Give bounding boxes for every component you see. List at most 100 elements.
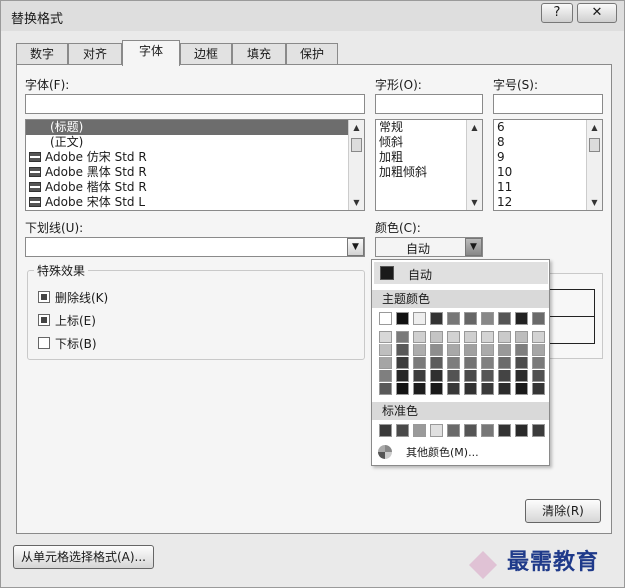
theme-shade-swatch[interactable] [430, 331, 443, 343]
strikethrough-checkbox[interactable] [38, 291, 50, 303]
font-item[interactable]: Adobe 宋体 Std L [26, 195, 364, 210]
standard-color-swatch[interactable] [447, 424, 460, 437]
color-select[interactable]: 自动 ▼ [375, 237, 483, 257]
theme-shade-swatch[interactable] [464, 344, 477, 356]
theme-color-swatch[interactable] [396, 312, 409, 325]
theme-shade-swatch[interactable] [379, 383, 392, 395]
scroll-thumb[interactable] [351, 138, 362, 152]
font-list-scrollbar[interactable]: ▲ ▼ [348, 120, 364, 210]
theme-shade-swatch[interactable] [532, 370, 545, 382]
theme-shade-swatch[interactable] [413, 370, 426, 382]
font-item-body[interactable]: (正文) [26, 135, 364, 150]
theme-shade-swatch[interactable] [481, 357, 494, 369]
theme-shade-swatch[interactable] [396, 357, 409, 369]
theme-color-swatch[interactable] [430, 312, 443, 325]
theme-shade-swatch[interactable] [447, 383, 460, 395]
font-list[interactable]: (标题) (正文) Adobe 仿宋 Std R Adobe 黑体 Std R … [25, 119, 365, 211]
standard-color-swatch[interactable] [379, 424, 392, 437]
theme-shade-swatch[interactable] [447, 370, 460, 382]
theme-shade-swatch[interactable] [515, 344, 528, 356]
theme-shade-swatch[interactable] [498, 344, 511, 356]
scroll-down-icon[interactable]: ▼ [349, 195, 364, 210]
theme-shade-swatch[interactable] [413, 357, 426, 369]
superscript-checkbox[interactable] [38, 314, 50, 326]
standard-color-swatch[interactable] [464, 424, 477, 437]
style-input[interactable] [375, 94, 483, 114]
size-list-scrollbar[interactable]: ▲ ▼ [586, 120, 602, 210]
size-input[interactable] [493, 94, 603, 114]
theme-shade-swatch[interactable] [515, 370, 528, 382]
theme-shade-swatch[interactable] [379, 344, 392, 356]
theme-shade-swatch[interactable] [532, 344, 545, 356]
font-item[interactable]: Adobe 楷体 Std R [26, 180, 364, 195]
scroll-down-icon[interactable]: ▼ [587, 195, 602, 210]
scroll-up-icon[interactable]: ▲ [467, 120, 482, 135]
theme-shade-swatch[interactable] [430, 357, 443, 369]
standard-color-swatch[interactable] [532, 424, 545, 437]
theme-shade-swatch[interactable] [464, 331, 477, 343]
theme-shade-swatch[interactable] [498, 370, 511, 382]
font-item[interactable]: Adobe 黑体 Std R [26, 165, 364, 180]
theme-shade-swatch[interactable] [481, 331, 494, 343]
chevron-down-icon[interactable]: ▼ [465, 238, 482, 256]
theme-shade-swatch[interactable] [413, 331, 426, 343]
theme-shade-swatch[interactable] [464, 370, 477, 382]
theme-shade-swatch[interactable] [430, 370, 443, 382]
theme-shade-swatch[interactable] [430, 383, 443, 395]
scroll-down-icon[interactable]: ▼ [467, 195, 482, 210]
scroll-thumb[interactable] [589, 138, 600, 152]
style-list-scrollbar[interactable]: ▲ ▼ [466, 120, 482, 210]
standard-color-swatch[interactable] [430, 424, 443, 437]
theme-shade-swatch[interactable] [532, 357, 545, 369]
theme-shade-swatch[interactable] [498, 331, 511, 343]
font-input[interactable] [25, 94, 365, 114]
help-button[interactable]: ? [541, 3, 573, 23]
theme-shade-swatch[interactable] [379, 331, 392, 343]
theme-shade-swatch[interactable] [447, 344, 460, 356]
theme-shade-swatch[interactable] [481, 344, 494, 356]
theme-shade-swatch[interactable] [515, 357, 528, 369]
size-list[interactable]: 6 8 9 10 11 12 ▲ ▼ [493, 119, 603, 211]
font-item[interactable]: Adobe 仿宋 Std R [26, 150, 364, 165]
font-item-heading[interactable]: (标题) [26, 120, 364, 135]
theme-shade-swatch[interactable] [396, 383, 409, 395]
theme-color-swatch[interactable] [413, 312, 426, 325]
theme-shade-swatch[interactable] [515, 331, 528, 343]
close-button[interactable]: ✕ [577, 3, 617, 23]
theme-color-swatch[interactable] [532, 312, 545, 325]
theme-shade-swatch[interactable] [413, 344, 426, 356]
theme-color-swatch[interactable] [515, 312, 528, 325]
theme-shade-swatch[interactable] [430, 344, 443, 356]
tab-font[interactable]: 字体 [122, 40, 180, 66]
theme-shade-swatch[interactable] [447, 331, 460, 343]
scroll-up-icon[interactable]: ▲ [349, 120, 364, 135]
tab-protection[interactable]: 保护 [286, 43, 338, 65]
theme-shade-swatch[interactable] [498, 383, 511, 395]
scroll-up-icon[interactable]: ▲ [587, 120, 602, 135]
style-list[interactable]: 常规 倾斜 加粗 加粗倾斜 ▲ ▼ [375, 119, 483, 211]
choose-from-cell-button[interactable]: 从单元格选择格式(A)... [13, 545, 154, 569]
chevron-down-icon[interactable]: ▼ [347, 238, 364, 256]
theme-shade-swatch[interactable] [413, 383, 426, 395]
tab-alignment[interactable]: 对齐 [68, 43, 122, 65]
theme-shade-swatch[interactable] [515, 383, 528, 395]
standard-color-swatch[interactable] [481, 424, 494, 437]
tab-number[interactable]: 数字 [16, 43, 68, 65]
tab-border[interactable]: 边框 [180, 43, 232, 65]
clear-button[interactable]: 清除(R) [525, 499, 601, 523]
theme-color-swatch[interactable] [447, 312, 460, 325]
tab-fill[interactable]: 填充 [232, 43, 286, 65]
more-colors-option[interactable]: 其他颜色(M)... [378, 444, 479, 460]
subscript-checkbox[interactable] [38, 337, 50, 349]
theme-shade-swatch[interactable] [464, 383, 477, 395]
standard-color-swatch[interactable] [413, 424, 426, 437]
standard-color-swatch[interactable] [396, 424, 409, 437]
theme-shade-swatch[interactable] [379, 370, 392, 382]
theme-shade-swatch[interactable] [532, 331, 545, 343]
underline-select[interactable]: ▼ [25, 237, 365, 257]
theme-shade-swatch[interactable] [532, 383, 545, 395]
theme-shade-swatch[interactable] [481, 370, 494, 382]
theme-shade-swatch[interactable] [464, 357, 477, 369]
auto-color-option[interactable]: 自动 [374, 262, 548, 284]
theme-color-swatch[interactable] [498, 312, 511, 325]
